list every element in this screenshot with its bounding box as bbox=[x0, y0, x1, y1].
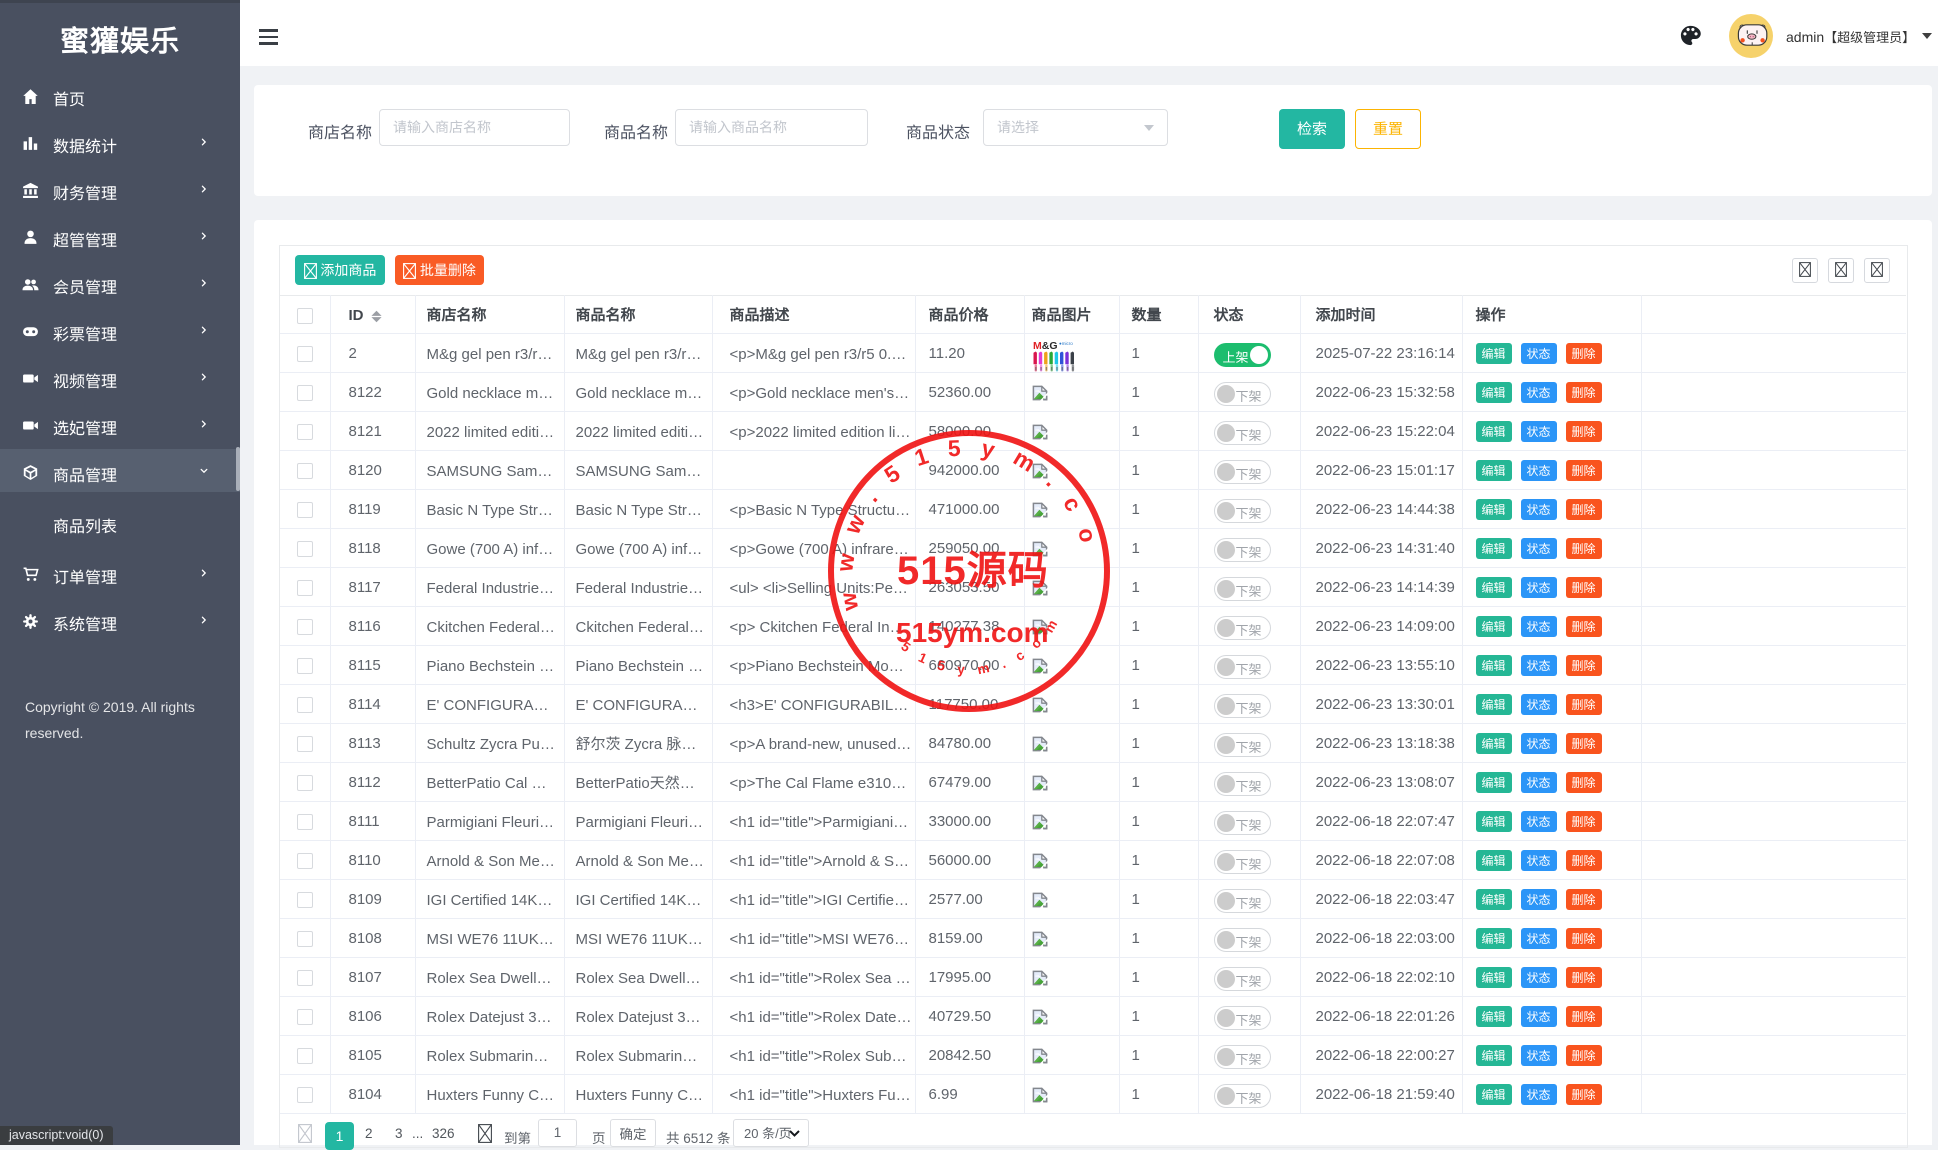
svg-text:●micro: ●micro bbox=[1059, 341, 1073, 346]
svg-text:M&G: M&G bbox=[1033, 340, 1058, 352]
svg-text:515源码: 515源码 bbox=[897, 538, 1049, 596]
